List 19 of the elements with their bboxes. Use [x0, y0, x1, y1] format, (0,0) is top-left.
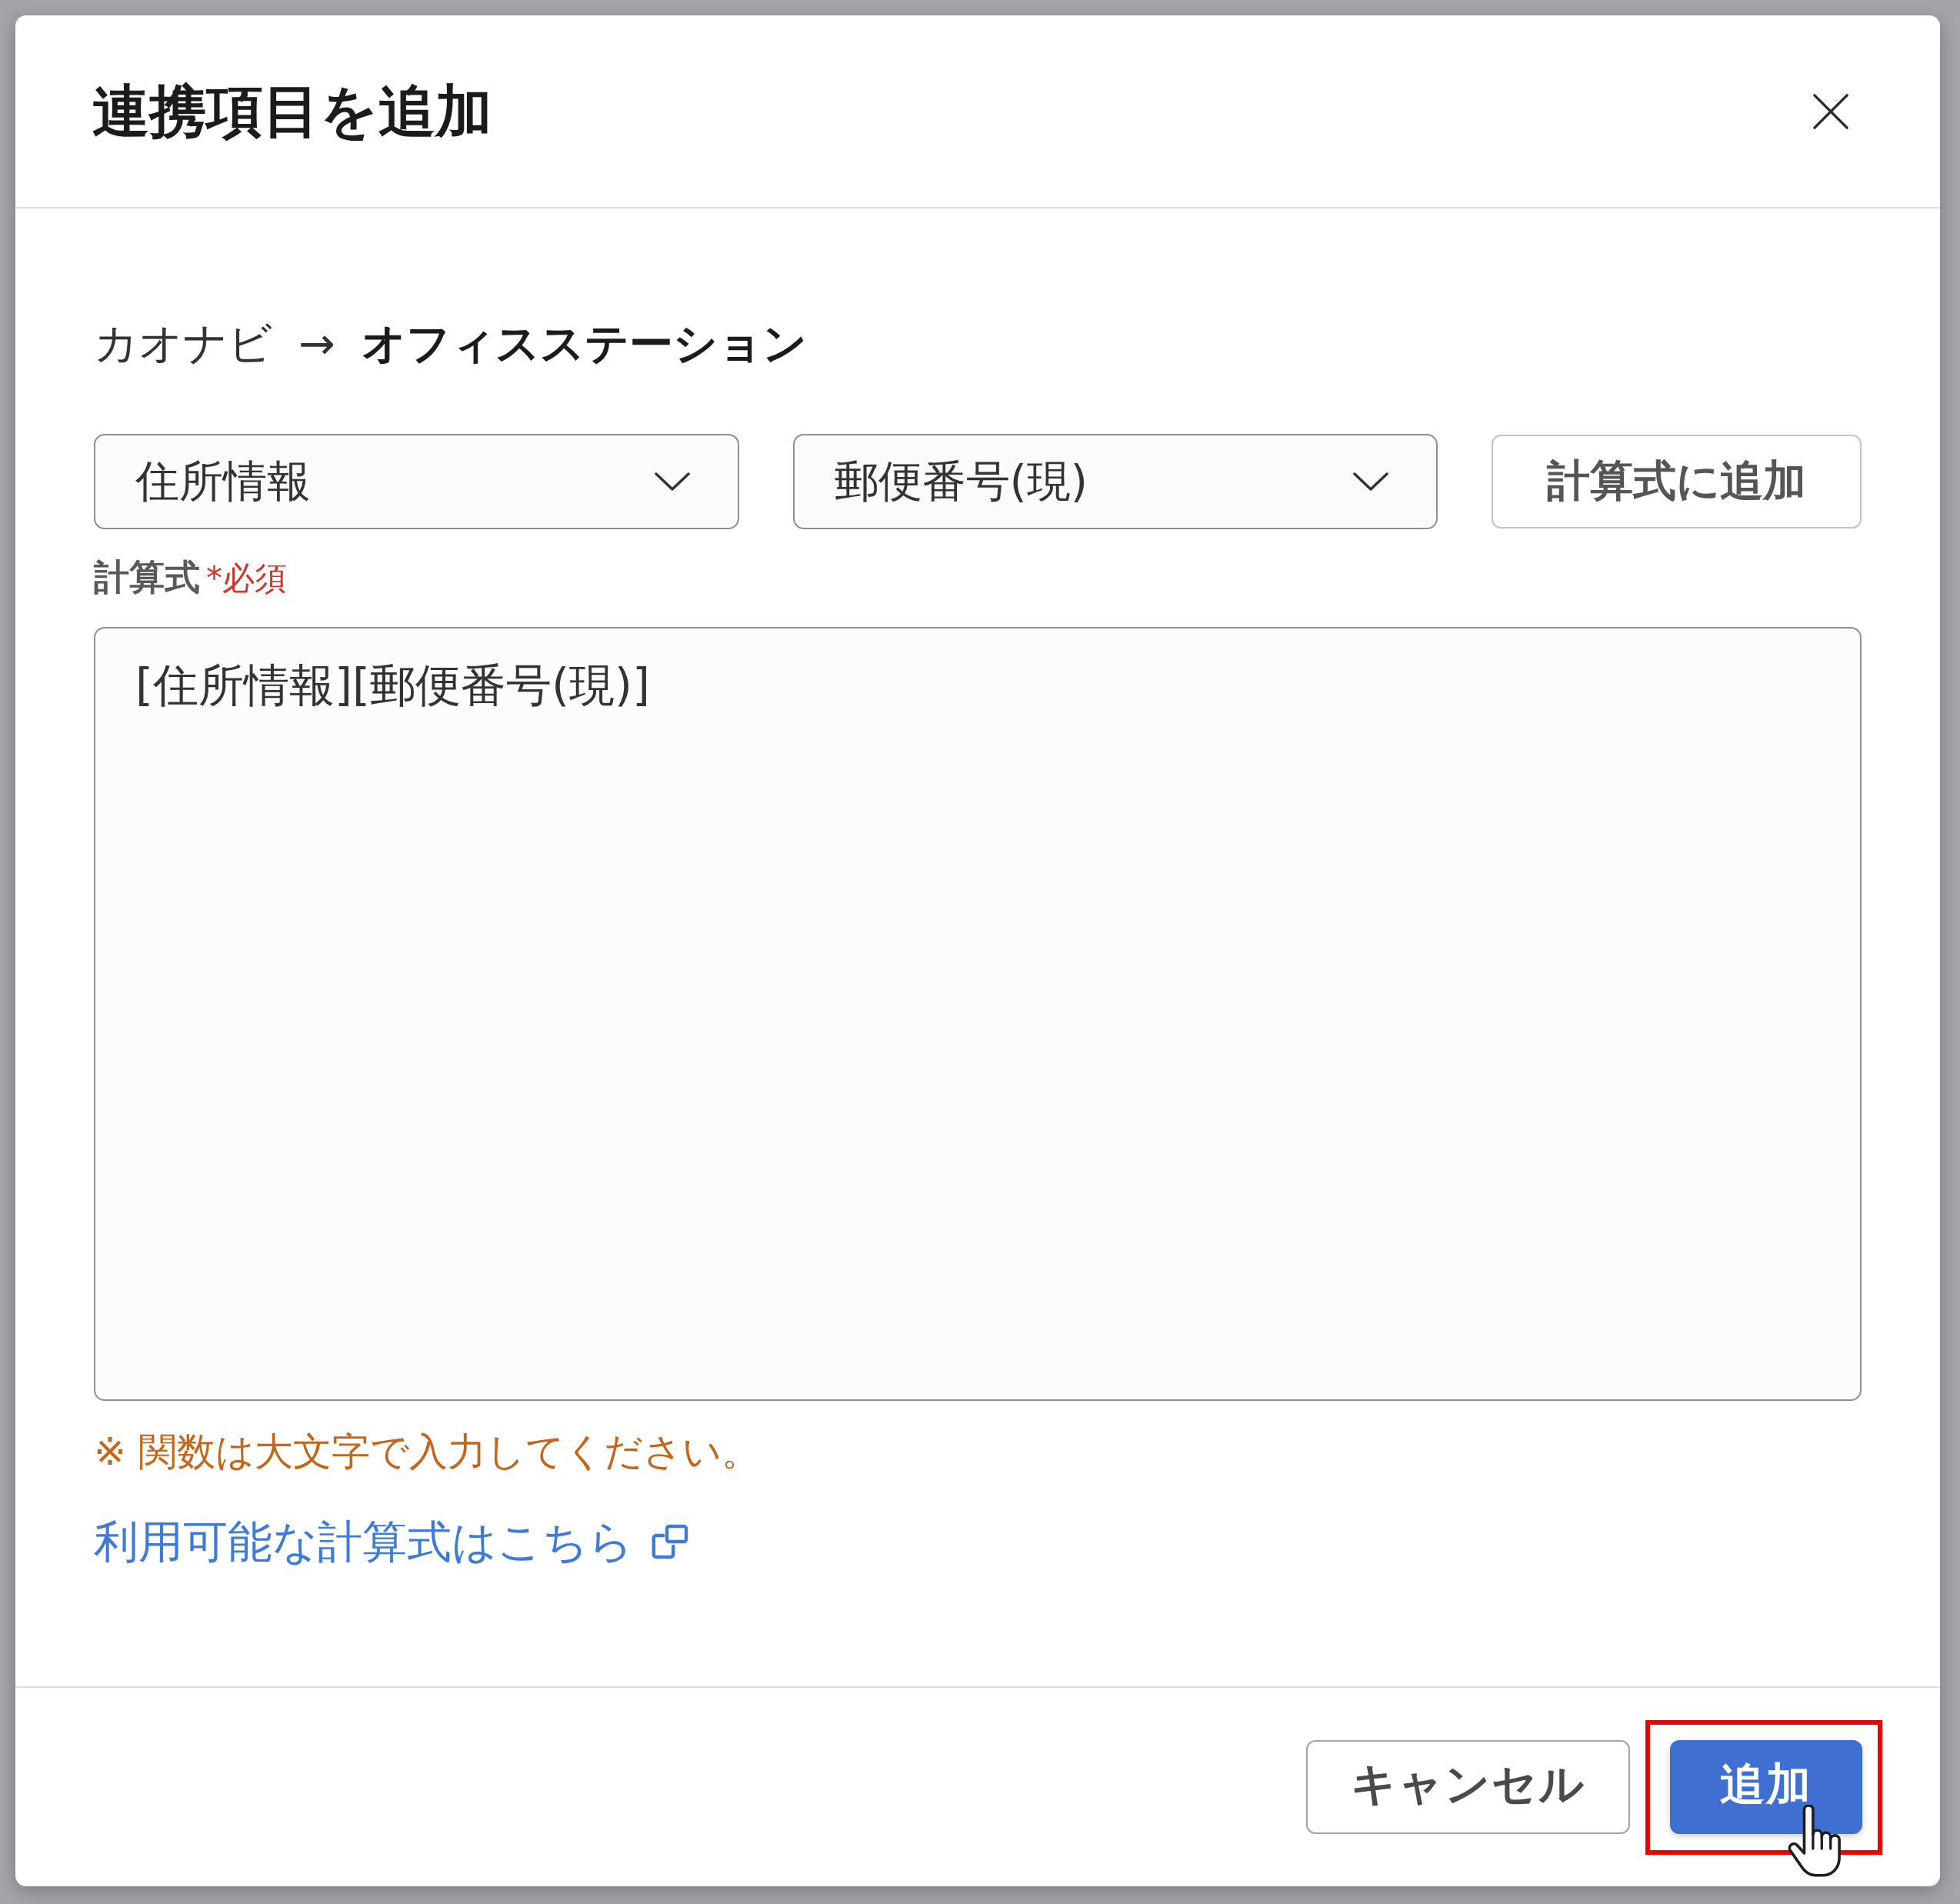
source-app-name: カオナビ	[94, 317, 272, 370]
add-button[interactable]: 追加	[1670, 1740, 1862, 1834]
formula-note: ※ 関数は大文字で入力してください。	[94, 1429, 760, 1475]
formula-field[interactable]: [住所情報][郵便番号(現)]	[94, 627, 1862, 1401]
external-link-icon	[650, 1523, 690, 1560]
target-app-name: オフィスステーション	[361, 317, 807, 370]
cancel-button[interactable]: キャンセル	[1306, 1740, 1630, 1834]
add-to-formula-button[interactable]: 計算式に追加	[1492, 435, 1862, 529]
mapping-arrow: →	[298, 317, 335, 370]
required-mark: *必須	[206, 559, 287, 599]
chevron-down-icon	[654, 472, 690, 491]
hand-cursor-icon	[1787, 1805, 1842, 1879]
field-label: 計算式	[94, 557, 200, 597]
help-link[interactable]: 利用可能な計算式はこちら	[94, 1515, 690, 1569]
chevron-down-icon	[1353, 472, 1388, 491]
close-icon	[1812, 92, 1849, 130]
dialog-title: 連携項目を追加	[92, 77, 492, 145]
item-select[interactable]: 郵便番号(現)	[792, 434, 1438, 529]
category-select[interactable]: 住所情報	[94, 434, 739, 529]
